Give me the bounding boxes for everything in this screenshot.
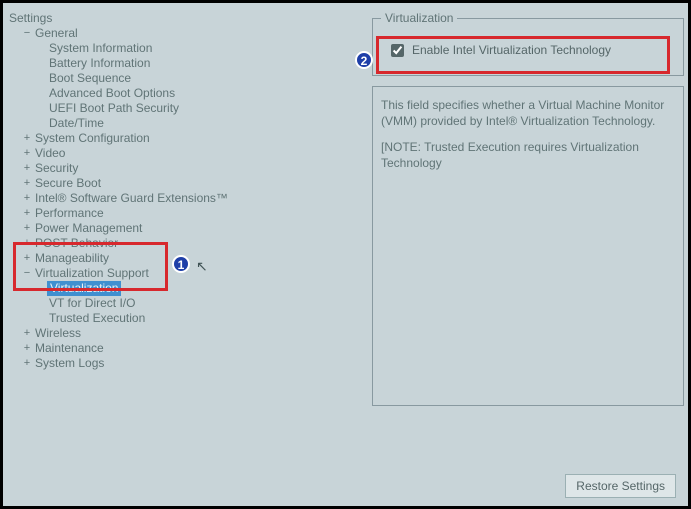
tree-item-video[interactable]: + Video: [7, 146, 364, 161]
expand-icon[interactable]: +: [21, 146, 33, 161]
tree-item-security[interactable]: + Security: [7, 161, 364, 176]
tree-item-virt-support[interactable]: − Virtualization Support: [7, 266, 364, 281]
collapse-icon[interactable]: −: [21, 266, 33, 281]
expand-icon[interactable]: +: [21, 326, 33, 341]
expand-icon[interactable]: +: [21, 341, 33, 356]
tree-item-manageability[interactable]: + Manageability: [7, 251, 364, 266]
tree-item-battinfo[interactable]: Battery Information: [7, 56, 364, 71]
expand-icon[interactable]: +: [21, 356, 33, 371]
tree-item-sgx[interactable]: + Intel® Software Guard Extensions™: [7, 191, 364, 206]
settings-root-label: Settings: [7, 11, 54, 26]
tree-item-post[interactable]: + POST Behavior: [7, 236, 364, 251]
fieldset-legend: Virtualization: [381, 11, 457, 25]
tree-item-secureboot[interactable]: + Secure Boot: [7, 176, 364, 191]
tree-root: Settings: [7, 11, 364, 26]
expand-icon[interactable]: +: [21, 131, 33, 146]
enable-vt-label: Enable Intel Virtualization Technology: [412, 43, 611, 57]
tree-item-advboot[interactable]: Advanced Boot Options: [7, 86, 364, 101]
description-box: This field specifies whether a Virtual M…: [372, 86, 684, 406]
virtualization-fieldset: Virtualization Enable Intel Virtualizati…: [372, 11, 684, 76]
tree-item-uefisec[interactable]: UEFI Boot Path Security: [7, 101, 364, 116]
tree-item-sysinfo[interactable]: System Information: [7, 41, 364, 56]
tree-item-syslogs[interactable]: + System Logs: [7, 356, 364, 371]
tree-item-wireless[interactable]: + Wireless: [7, 326, 364, 341]
collapse-icon[interactable]: −: [21, 26, 33, 41]
tree-item-vtio[interactable]: VT for Direct I/O: [7, 296, 364, 311]
expand-icon[interactable]: +: [21, 191, 33, 206]
expand-icon[interactable]: +: [21, 221, 33, 236]
restore-settings-button[interactable]: Restore Settings: [565, 474, 676, 498]
expand-icon[interactable]: +: [21, 161, 33, 176]
description-line-1: This field specifies whether a Virtual M…: [381, 97, 675, 129]
tree-item-sysconf[interactable]: + System Configuration: [7, 131, 364, 146]
tree-item-power[interactable]: + Power Management: [7, 221, 364, 236]
tree-item-virtualization[interactable]: Virtualization: [7, 281, 364, 296]
selected-item: Virtualization: [47, 281, 121, 296]
description-line-2: [NOTE: Trusted Execution requires Virtua…: [381, 139, 675, 171]
tree-item-datetime[interactable]: Date/Time: [7, 116, 364, 131]
expand-icon[interactable]: +: [21, 176, 33, 191]
enable-vt-checkbox[interactable]: [391, 44, 404, 57]
expand-icon[interactable]: +: [21, 236, 33, 251]
tree-item-general[interactable]: − General: [7, 26, 364, 41]
expand-icon[interactable]: +: [21, 251, 33, 266]
tree-item-bootseq[interactable]: Boot Sequence: [7, 71, 364, 86]
tree-item-maintenance[interactable]: + Maintenance: [7, 341, 364, 356]
tree-item-trusted[interactable]: Trusted Execution: [7, 311, 364, 326]
tree-item-performance[interactable]: + Performance: [7, 206, 364, 221]
expand-icon[interactable]: +: [21, 206, 33, 221]
